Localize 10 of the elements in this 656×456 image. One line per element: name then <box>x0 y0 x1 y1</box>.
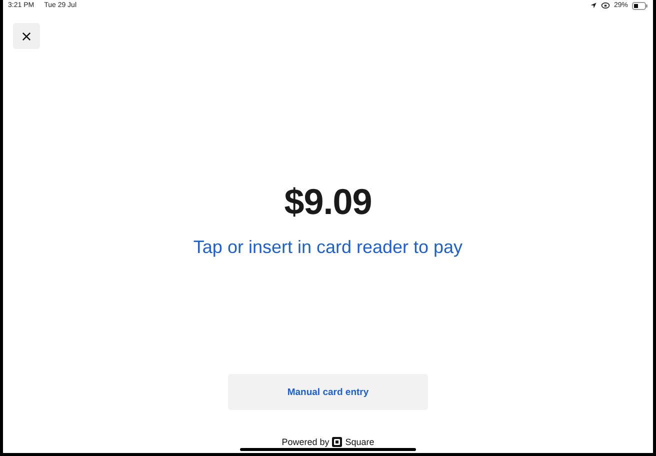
manual-card-entry-button[interactable]: Manual card entry <box>228 374 428 410</box>
payment-amount: $9.09 <box>284 182 372 222</box>
close-button[interactable] <box>13 23 40 49</box>
close-icon <box>22 32 31 40</box>
powered-by-text: Powered by <box>282 437 330 447</box>
square-logo-icon <box>332 437 342 447</box>
battery-icon <box>632 2 648 10</box>
brand-name: Square <box>345 437 374 447</box>
location-icon <box>590 2 597 9</box>
payment-instruction: Tap or insert in card reader to pay <box>193 236 463 258</box>
